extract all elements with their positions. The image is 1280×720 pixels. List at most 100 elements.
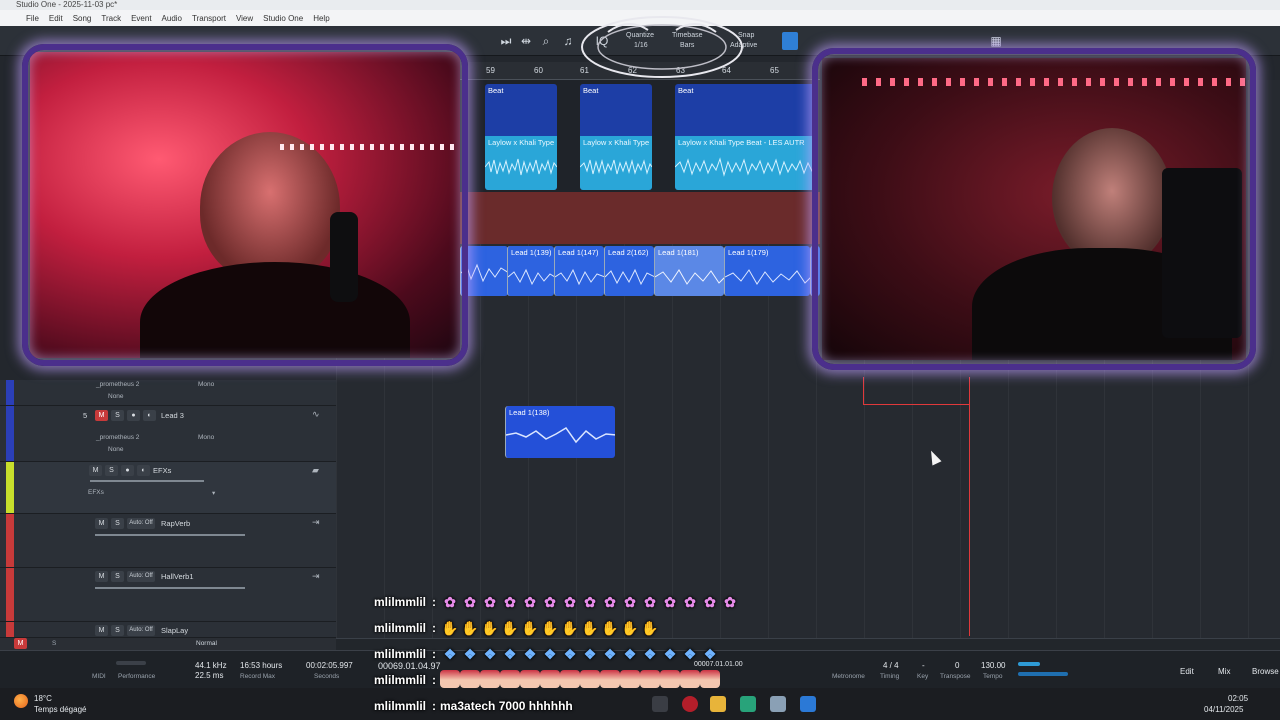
routing-icon[interactable]: ⇥ xyxy=(312,571,320,582)
menu-edit[interactable]: Edit xyxy=(49,14,63,23)
key-label: Key xyxy=(917,673,929,680)
solo-button[interactable]: S xyxy=(111,571,124,582)
track-name[interactable]: HallVerb1 xyxy=(161,572,194,581)
track-row-partial[interactable]: _prometheus 2 Mono None xyxy=(0,380,336,406)
chat-username: mlilmmlil xyxy=(374,647,427,661)
mute-button[interactable]: M xyxy=(95,410,108,421)
track-name[interactable]: EFXs xyxy=(153,466,171,475)
mute-button[interactable]: M xyxy=(89,465,102,476)
weather-text[interactable]: Temps dégagé xyxy=(34,705,86,714)
dropdown-arrow-icon[interactable]: ▾ xyxy=(212,489,215,497)
clip-label: Lead 1(139) xyxy=(511,248,552,257)
volume-slider[interactable] xyxy=(1018,672,1068,676)
range-tool-icon[interactable]: ⇹ xyxy=(518,33,534,49)
listen-tool-icon[interactable]: ♫ xyxy=(560,33,576,49)
audio-event[interactable]: Laylow x Khali Type Beat - LES AUTR xyxy=(675,136,815,190)
menu-view[interactable]: View xyxy=(236,14,253,23)
audio-event[interactable]: Laylow x Khali Type xyxy=(580,136,652,190)
routing-icon[interactable]: ⇥ xyxy=(312,517,320,528)
transpose-value[interactable]: 0 xyxy=(955,661,959,670)
track-name[interactable]: RapVerb xyxy=(161,519,190,528)
mute-button[interactable]: M xyxy=(95,625,108,636)
track-name[interactable]: Lead 3 xyxy=(161,411,184,420)
volume-fader[interactable] xyxy=(95,587,245,589)
track-row-fx[interactable]: M S Auto: Off HallVerb1 ⇥ xyxy=(0,568,336,622)
mix-button[interactable]: Mix xyxy=(1218,667,1230,676)
menu-track[interactable]: Track xyxy=(101,14,121,23)
solo-button[interactable]: S xyxy=(111,410,124,421)
track-row-efx[interactable]: M S ● ◐ EFXs EFXs ▾ ▰ xyxy=(0,462,336,514)
clock-date[interactable]: 04/11/2025 xyxy=(1204,705,1243,714)
volume-fader[interactable] xyxy=(95,534,245,536)
volume-fader[interactable] xyxy=(90,480,204,482)
record-max-label: Record Max xyxy=(240,673,276,680)
menu-transport[interactable]: Transport xyxy=(192,14,226,23)
zoom-tool-icon[interactable]: ⌕ xyxy=(538,33,554,49)
tempo-value[interactable]: 130.00 xyxy=(981,661,1005,670)
performance-label: Performance xyxy=(118,673,156,680)
vocal-clip[interactable]: Lead 1(147) xyxy=(554,246,604,296)
beat-clip[interactable]: Beat Laylow x Khali Type xyxy=(485,84,557,190)
chat-username: mlilmmlil xyxy=(374,595,427,609)
menu-event[interactable]: Event xyxy=(131,14,151,23)
solo-button[interactable]: S xyxy=(111,625,124,636)
beat-clip[interactable]: Beat Laylow x Khali Type Beat - LES AUTR xyxy=(675,84,815,190)
clock-time[interactable]: 02:05 xyxy=(1228,694,1248,703)
playhead-cursor[interactable] xyxy=(969,380,970,636)
skip-tool-icon[interactable]: ⏭ xyxy=(498,33,514,49)
global-solo-button[interactable]: S xyxy=(52,640,56,647)
blue-emote-icon: ❖ xyxy=(703,646,717,662)
solo-button[interactable]: S xyxy=(111,518,124,529)
track-row-fx[interactable]: M S Auto: Off RapVerb ⇥ xyxy=(0,514,336,568)
key-value[interactable]: - xyxy=(922,661,925,670)
hand-emote-icon: ✋ xyxy=(481,620,499,636)
send-value[interactable]: None xyxy=(108,393,124,400)
track-name[interactable]: SlapLay xyxy=(161,626,188,635)
mute-button[interactable]: M xyxy=(95,571,108,582)
automation-button[interactable]: Auto: Off xyxy=(127,625,155,636)
seconds-label[interactable]: Seconds xyxy=(314,673,339,680)
audio-event[interactable]: Laylow x Khali Type xyxy=(485,136,557,190)
track-row-fx[interactable]: M S Auto: Off SlapLay xyxy=(0,622,336,638)
grid-icon[interactable]: ▦ xyxy=(988,33,1004,49)
level-meter xyxy=(1018,662,1040,666)
clip-label: Beat xyxy=(488,86,504,95)
menu-help[interactable]: Help xyxy=(313,14,329,23)
menu-file[interactable]: File xyxy=(26,14,39,23)
vocal-clip[interactable]: Lead 2(162) xyxy=(604,246,654,296)
monitor-button[interactable]: ◐ xyxy=(137,465,150,476)
clip-label: Laylow x Khali Type xyxy=(583,138,650,147)
menu-audio[interactable]: Audio xyxy=(162,14,182,23)
global-mute-button[interactable]: M xyxy=(14,638,27,649)
edit-button[interactable]: Edit xyxy=(1180,667,1194,676)
mute-button[interactable]: M xyxy=(95,518,108,529)
vocal-clip[interactable]: Lead 1(179) xyxy=(724,246,810,296)
folder-icon[interactable]: ▰ xyxy=(312,465,319,476)
folder-dropdown[interactable]: EFXs xyxy=(88,489,104,496)
insert-name: _prometheus 2 xyxy=(96,381,140,388)
record-button[interactable]: ● xyxy=(127,410,140,421)
temperature[interactable]: 18°C xyxy=(34,694,52,703)
weather-icon[interactable] xyxy=(14,694,28,708)
snap-toggle-button[interactable] xyxy=(782,32,798,50)
floating-vocal-clip[interactable]: Lead 1(138) xyxy=(505,406,615,458)
latency: 22.5 ms xyxy=(195,671,224,680)
beat-clip[interactable]: Beat Laylow x Khali Type xyxy=(580,84,652,190)
girl-emote-icon xyxy=(540,669,561,688)
vocal-clip[interactable]: Lead 1(139) xyxy=(507,246,554,296)
menu-studio-one[interactable]: Studio One xyxy=(263,14,303,23)
window-title: Studio One - 2025-11-03 pc* xyxy=(0,0,1280,10)
automation-button[interactable]: Auto: Off xyxy=(127,518,155,529)
range-selection[interactable] xyxy=(863,377,970,405)
monitor-button[interactable]: ◐ xyxy=(143,410,156,421)
send-value[interactable]: None xyxy=(108,446,124,453)
waveform-toggle-icon[interactable]: ∿ xyxy=(312,409,320,420)
browse-button[interactable]: Browse xyxy=(1252,667,1279,676)
seconds-display[interactable]: 00:02:05.997 xyxy=(306,661,353,670)
track-row-lead3[interactable]: 5 M S ● ◐ Lead 3 _prometheus 2 Mono None… xyxy=(0,406,336,462)
menu-song[interactable]: Song xyxy=(73,14,92,23)
automation-button[interactable]: Auto: Off xyxy=(127,571,155,582)
solo-button[interactable]: S xyxy=(105,465,118,476)
record-button[interactable]: ● xyxy=(121,465,134,476)
vocal-clip-selected[interactable]: Lead 1(181) xyxy=(654,246,724,296)
